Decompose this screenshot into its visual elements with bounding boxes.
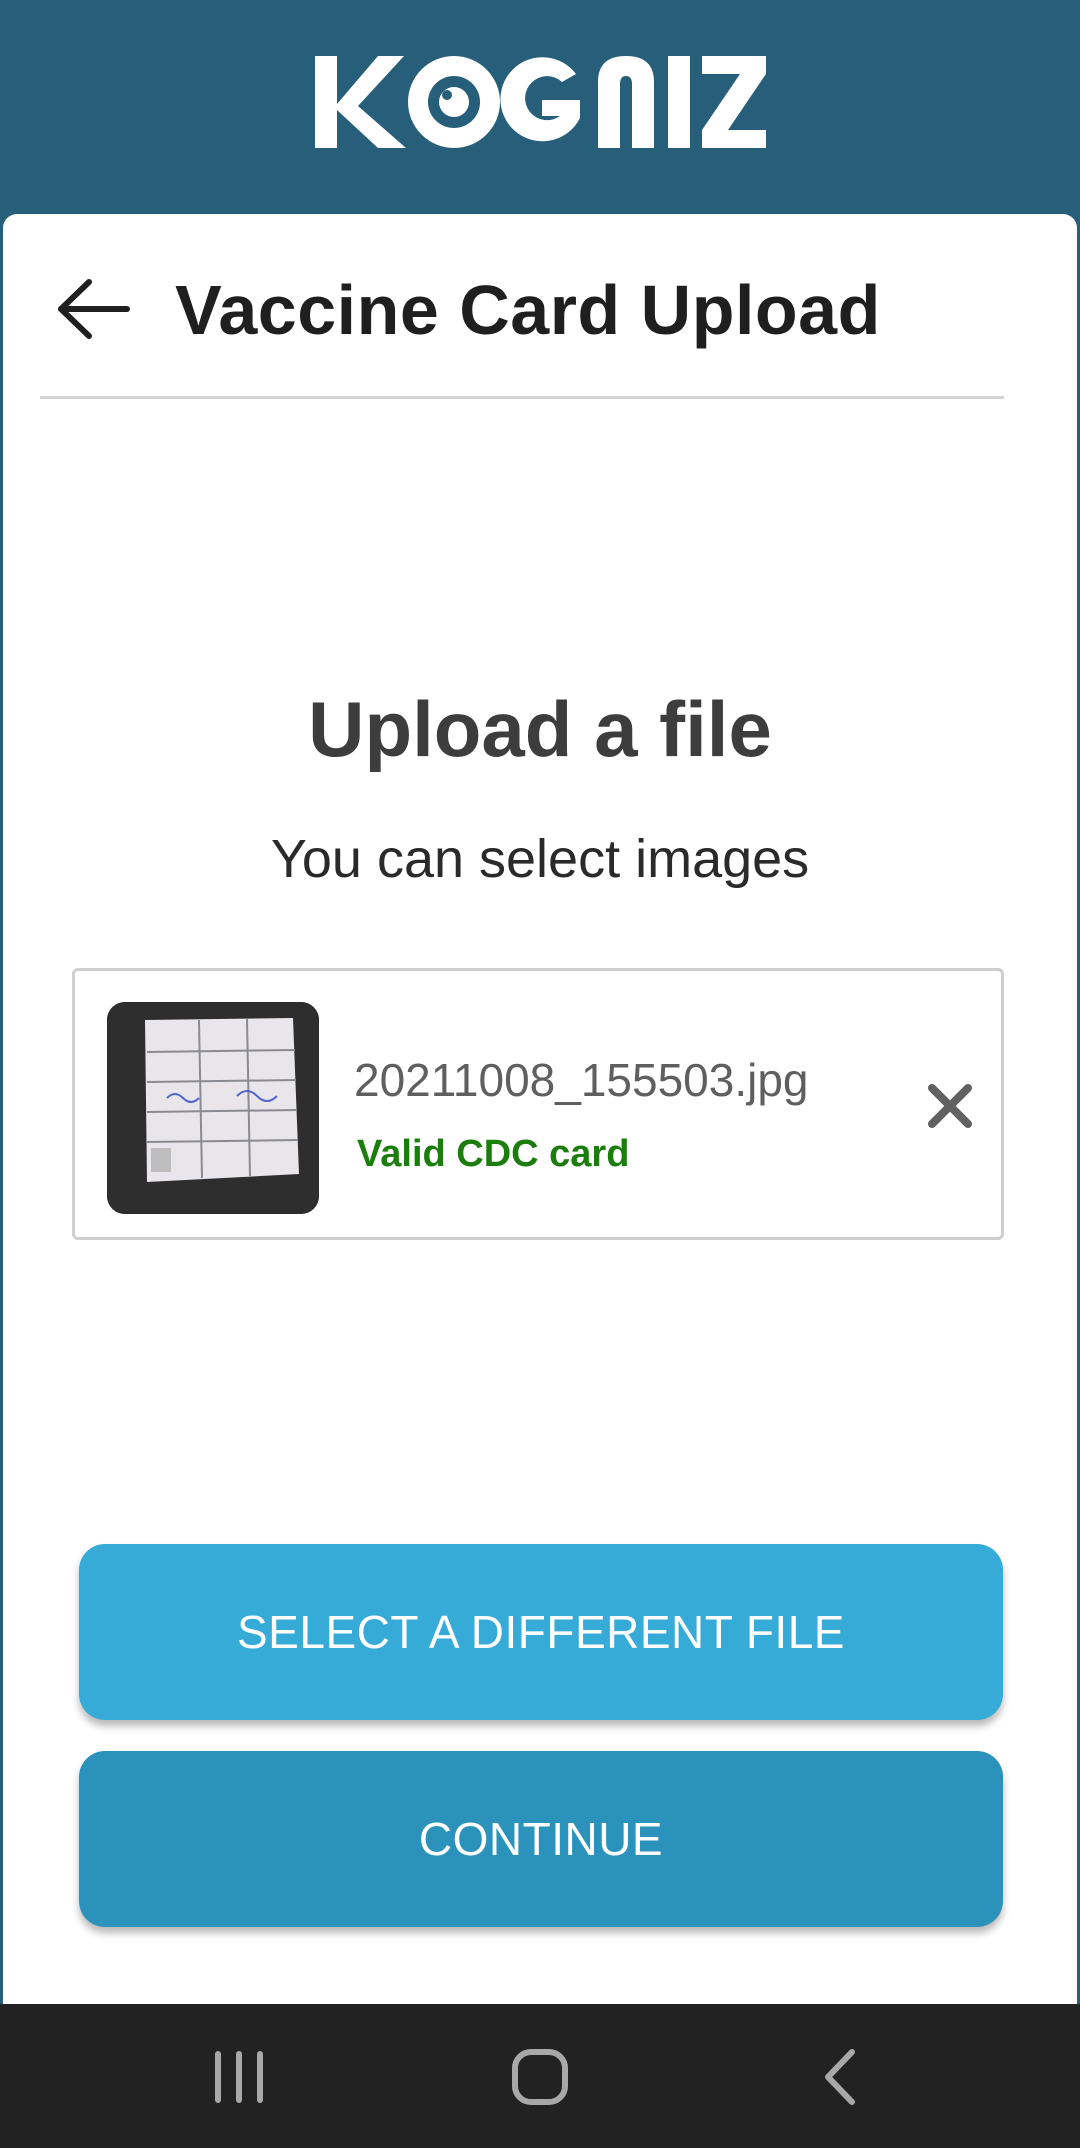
- back-chevron-icon[interactable]: [808, 2044, 878, 2110]
- home-icon[interactable]: [505, 2044, 575, 2110]
- page-header: Vaccine Card Upload: [3, 214, 1077, 399]
- header-divider: [40, 396, 1004, 399]
- select-different-file-button[interactable]: SELECT A DIFFERENT FILE: [79, 1544, 1003, 1720]
- file-status: Valid CDC card: [357, 1133, 630, 1175]
- upload-heading: Upload a file: [308, 685, 772, 773]
- back-button[interactable]: [55, 274, 135, 344]
- close-icon: [928, 1084, 972, 1128]
- brand-bar: [0, 0, 1080, 214]
- main-card: Vaccine Card Upload Upload a file You ca…: [3, 214, 1077, 2004]
- remove-file-button[interactable]: [920, 1076, 980, 1136]
- recents-icon[interactable]: [204, 2044, 274, 2110]
- arrow-left-icon: [58, 279, 130, 339]
- upload-subheading: You can select images: [270, 829, 810, 889]
- page-title: Vaccine Card Upload: [175, 271, 881, 349]
- kogniz-logo: [315, 56, 766, 148]
- system-navigation-bar: [0, 2004, 1080, 2148]
- continue-button[interactable]: CONTINUE: [79, 1751, 1003, 1927]
- file-thumbnail: [107, 1002, 319, 1214]
- selected-file-item: 20211008_155503.jpg Valid CDC card: [72, 968, 1004, 1240]
- file-name: 20211008_155503.jpg: [354, 1054, 809, 1106]
